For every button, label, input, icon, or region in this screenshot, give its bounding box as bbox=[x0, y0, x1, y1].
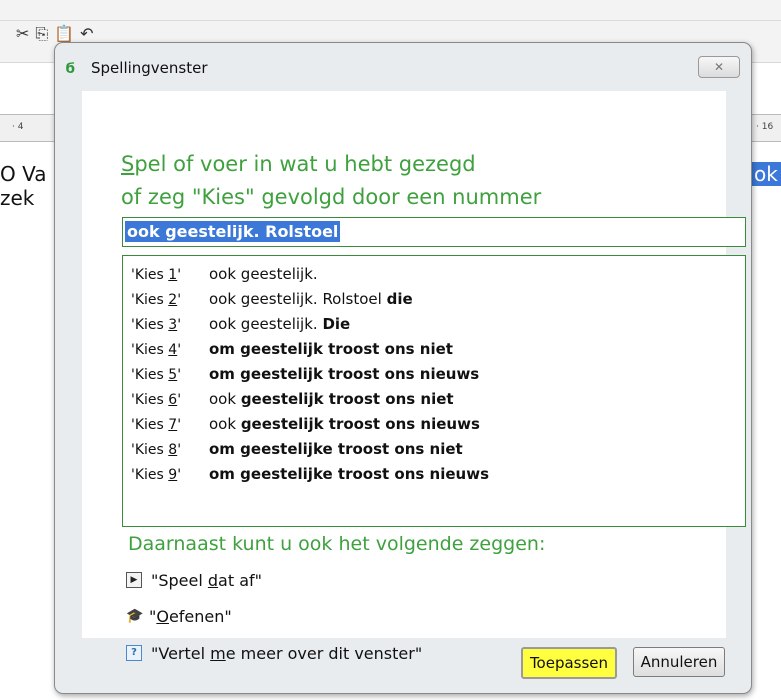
doc-left-line2: zek bbox=[0, 186, 35, 210]
choice-item[interactable]: 'Kies 5' om geestelijk troost ons nieuws bbox=[131, 362, 479, 386]
ruler-right: · 16 bbox=[752, 114, 781, 142]
choice-text-changed: die bbox=[386, 290, 413, 308]
command-train-label: "Oefenen" bbox=[149, 607, 232, 626]
choice-text-changed: om geestelijk troost ons niet bbox=[209, 340, 453, 358]
document-text-left: O Va zek bbox=[0, 162, 46, 210]
choice-text-changed: om geestelijke troost ons niet bbox=[209, 440, 463, 458]
choice-number-label: 'Kies 2' bbox=[131, 292, 182, 308]
choice-number-label: 'Kies 9' bbox=[131, 467, 182, 483]
choice-number-label: 'Kies 6' bbox=[131, 392, 182, 408]
copy-icon[interactable]: ⎘ bbox=[35, 24, 54, 43]
choice-item[interactable]: 'Kies 6' ook geestelijk troost ons niet bbox=[131, 387, 454, 411]
help-icon: ? bbox=[126, 644, 142, 661]
choice-text-changed: om geestelijk troost ons nieuws bbox=[209, 365, 480, 383]
choice-text: ook geestelijk. bbox=[209, 265, 318, 283]
cut-icon[interactable]: ✂ bbox=[16, 24, 35, 43]
apply-button[interactable]: Toepassen bbox=[521, 647, 617, 679]
doc-left-line1: O Va bbox=[0, 162, 47, 186]
paste-icon[interactable]: 📋 bbox=[54, 24, 80, 43]
document-text-right-selected: ok bbox=[752, 162, 781, 186]
choice-number-label: 'Kies 5' bbox=[131, 367, 182, 383]
choice-text: ook geestelijk. Rolstoel bbox=[209, 290, 387, 308]
graduation-cap-icon: 🎓 bbox=[126, 607, 144, 624]
close-icon: ✕ bbox=[713, 60, 725, 74]
choice-text-changed: Die bbox=[322, 315, 351, 333]
close-button[interactable]: ✕ bbox=[698, 56, 740, 78]
choice-item[interactable]: 'Kies 7' ook geestelijk troost ons nieuws bbox=[131, 412, 480, 436]
choice-text-changed: om geestelijke troost ons nieuws bbox=[209, 465, 489, 483]
command-play-back[interactable]: ▶ "Speel dat af" bbox=[126, 569, 262, 593]
choice-item[interactable]: 'Kies 2' ook geestelijk. Rolstoel die bbox=[131, 287, 413, 311]
toolbar-separator bbox=[0, 20, 781, 21]
choice-text: ook geestelijk. bbox=[209, 315, 323, 333]
choice-number-label: 'Kies 8' bbox=[131, 442, 182, 458]
choice-text: ook bbox=[209, 415, 241, 433]
clipboard-tools: ✂⎘📋↶ bbox=[16, 24, 100, 44]
choice-text-changed: geestelijk troost ons niet bbox=[240, 390, 454, 408]
choice-item[interactable]: 'Kies 9' om geestelijke troost ons nieuws bbox=[131, 462, 489, 486]
input-selected-text: ook geestelijk. Rolstoel bbox=[125, 221, 341, 242]
choice-number-label: 'Kies 7' bbox=[131, 417, 182, 433]
cancel-button[interactable]: Annuleren bbox=[633, 647, 725, 677]
undo-icon[interactable]: ↶ bbox=[80, 24, 99, 43]
dragon-flame-icon: ϭ bbox=[65, 61, 76, 77]
spelling-input[interactable]: ook geestelijk. Rolstoel bbox=[122, 217, 746, 247]
ruler-right-label: · 16 bbox=[756, 122, 774, 132]
choice-number-label: 'Kies 3' bbox=[131, 317, 182, 333]
command-help[interactable]: ? "Vertel me meer over dit venster" bbox=[126, 642, 422, 666]
choice-number-label: 'Kies 1' bbox=[131, 267, 182, 283]
choice-item[interactable]: 'Kies 1' ook geestelijk. bbox=[131, 262, 318, 286]
dialog-content: Spel of voer in wat u hebt gezegd of zeg… bbox=[82, 91, 746, 663]
dialog-titlebar: ϭ Spellingvenster ✕ bbox=[55, 43, 751, 91]
play-icon: ▶ bbox=[126, 571, 142, 588]
choice-list: 'Kies 1' ook geestelijk. 'Kies 2' ook geest… bbox=[122, 255, 746, 527]
choice-item[interactable]: 'Kies 8' om geestelijke troost ons niet bbox=[131, 437, 463, 461]
dialog-title: Spellingvenster bbox=[91, 59, 208, 77]
command-play-label: "Speel dat af" bbox=[151, 571, 263, 590]
choice-text: ook bbox=[209, 390, 241, 408]
instruction-line2: of zeg "Kies" gevolgd door een nummer bbox=[121, 185, 542, 209]
command-help-label: "Vertel me meer over dit venster" bbox=[151, 644, 423, 663]
ruler-left-label: · 4 bbox=[12, 122, 24, 132]
instruction-line1: Spel of voer in wat u hebt gezegd bbox=[121, 152, 476, 176]
ruler-left: · 4 bbox=[0, 114, 60, 142]
command-train[interactable]: 🎓 "Oefenen" bbox=[126, 605, 232, 629]
choice-item[interactable]: 'Kies 4' om geestelijk troost ons niet bbox=[131, 337, 453, 361]
choice-text-changed: geestelijk troost ons nieuws bbox=[240, 415, 480, 433]
also-say-heading: Daarnaast kunt u ook het volgende zeggen… bbox=[128, 533, 546, 555]
choice-item[interactable]: 'Kies 3' ook geestelijk. Die bbox=[131, 312, 350, 336]
spelling-dialog: ϭ Spellingvenster ✕ Spel of voer in wat … bbox=[54, 42, 752, 694]
choice-number-label: 'Kies 4' bbox=[131, 342, 182, 358]
